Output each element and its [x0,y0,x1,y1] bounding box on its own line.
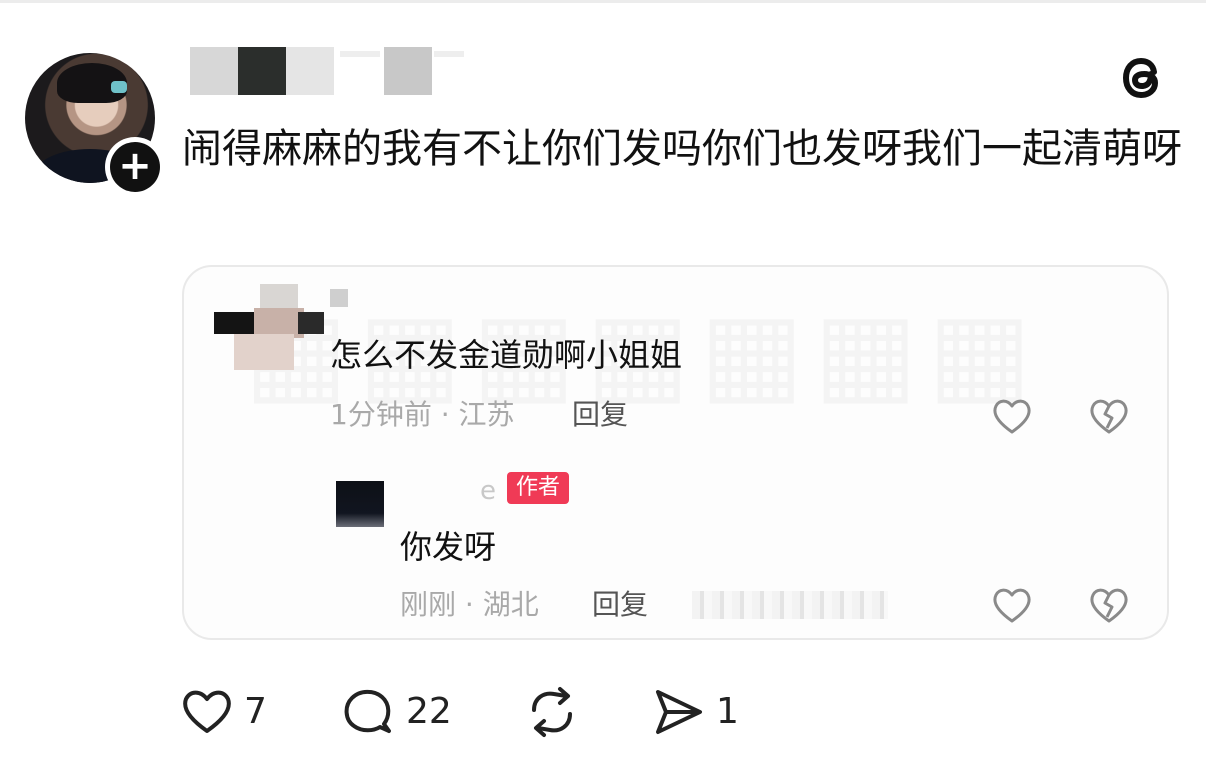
reply-author-avatar-blurred [336,481,384,527]
comment-action[interactable]: 22 [340,684,470,740]
heart-icon[interactable] [991,585,1033,625]
comment-icon[interactable] [340,684,396,740]
comment-reply-button[interactable]: 回复 [572,395,628,435]
blurred-text [692,591,888,619]
repost-icon[interactable] [524,684,580,740]
author-username-blurred[interactable] [190,47,480,95]
broken-heart-icon[interactable] [1088,585,1130,625]
broken-heart-icon[interactable] [1088,396,1130,436]
heart-icon[interactable] [180,684,236,740]
like-action[interactable]: 7 [180,684,280,740]
threads-logo-icon[interactable] [1114,50,1170,106]
plus-icon: + [110,142,160,192]
reply-meta: 刚刚 · 湖北 [400,588,539,621]
reply-text: 你发呀 [400,528,497,566]
reply-author-name[interactable]: e [480,473,496,509]
commenter-name-blurred[interactable] [330,289,348,307]
comment-text: 怎么不发金道勋啊小姐姐 [330,336,683,374]
send-icon[interactable] [650,684,706,740]
comment-card: ▦▦▦▦▦▦▦ 怎么不发金道勋啊小姐姐 1分钟前 · 江苏 回复 e 作者 你发… [182,265,1169,640]
post-text: 闹得麻麻的我有不让你们发吗你们也发呀我们一起清萌呀 [182,126,1182,172]
comment-count: 22 [406,691,452,732]
reply-reply-button[interactable]: 回复 [592,585,648,625]
repost-action[interactable] [524,684,584,740]
share-count: 1 [716,691,739,732]
author-badge: 作者 [507,472,570,504]
comment-meta: 1分钟前 · 江苏 [330,398,515,431]
top-divider [0,0,1206,3]
follow-button[interactable]: + [105,137,165,197]
avatar-hairclip [111,81,127,93]
send-action[interactable]: 1 [650,684,750,740]
like-count: 7 [244,691,267,732]
heart-icon[interactable] [991,396,1033,436]
commenter-avatar-blurred [214,272,324,372]
